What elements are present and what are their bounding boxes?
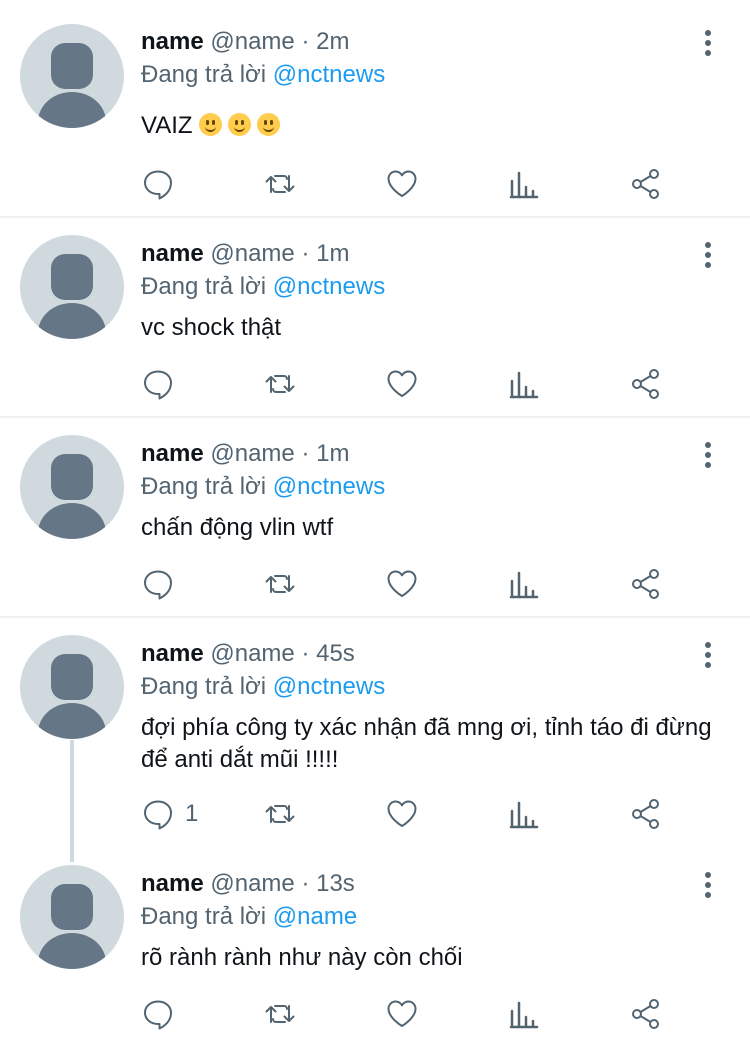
mention-link[interactable]: @name — [273, 903, 357, 930]
smiley-emoji-icon — [198, 113, 222, 136]
avatar[interactable] — [20, 635, 124, 739]
share-icon — [632, 169, 659, 199]
share-button[interactable] — [629, 566, 663, 602]
tweet[interactable]: name @name · 13s Đang trả lời @name rõ r… — [0, 848, 750, 1042]
heart-icon — [387, 170, 417, 197]
tweet[interactable]: name @name · 1m Đang trả lời @nctnews ch… — [0, 418, 750, 616]
share-button[interactable] — [629, 796, 663, 832]
tweet[interactable]: name @name · 45s Đang trả lời @nctnews đ… — [0, 618, 750, 848]
replying-to-label: Đang trả lời — [141, 273, 267, 300]
share-button[interactable] — [629, 166, 663, 202]
retweet-icon — [265, 375, 295, 393]
retweet-icon — [265, 575, 295, 593]
like-button[interactable] — [385, 366, 419, 402]
avatar[interactable] — [20, 435, 124, 539]
mention-link[interactable]: @nctnews — [273, 673, 385, 700]
replying-to-label: Đang trả lời — [141, 61, 267, 88]
retweet-button[interactable] — [263, 996, 297, 1032]
heart-icon — [387, 800, 417, 827]
like-button[interactable] — [385, 166, 419, 202]
like-button[interactable] — [385, 996, 419, 1032]
comment-bubble-icon — [144, 570, 172, 600]
retweet-icon — [265, 1005, 295, 1023]
reply-button[interactable] — [141, 996, 185, 1032]
more-vertical-icon[interactable] — [696, 440, 720, 474]
views-button[interactable] — [507, 366, 541, 402]
more-vertical-icon[interactable] — [696, 870, 720, 904]
tweet-text: chấn động vlin wtf — [141, 514, 334, 541]
mention-link[interactable]: @nctnews — [273, 61, 385, 88]
retweet-button[interactable] — [263, 166, 297, 202]
share-icon — [632, 369, 659, 399]
bar-chart-icon — [509, 371, 539, 399]
mention-link[interactable]: @nctnews — [273, 273, 385, 300]
handle-and-time: @name · 1m — [210, 240, 350, 267]
views-button[interactable] — [507, 796, 541, 832]
tweet-text: rõ rành rành như này còn chối — [141, 944, 463, 971]
heart-icon — [387, 570, 417, 597]
tweet-text: đợi phía công ty xác nhận đã mng ơi, tỉn… — [141, 714, 712, 773]
avatar[interactable] — [20, 24, 124, 128]
display-name[interactable]: name — [141, 440, 204, 467]
retweet-button[interactable] — [263, 796, 297, 832]
retweet-button[interactable] — [263, 566, 297, 602]
comment-bubble-icon — [144, 1000, 172, 1030]
views-button[interactable] — [507, 566, 541, 602]
retweet-icon — [265, 175, 295, 193]
tweet[interactable]: name @name · 1m Đang trả lời @nctnews vc… — [0, 218, 750, 416]
tweet-text: vc shock thật — [141, 314, 282, 341]
comment-bubble-icon — [144, 370, 172, 400]
tweet-text-content: VAIZ — [141, 112, 193, 139]
tweet-text: VAIZ — [141, 110, 721, 142]
replying-to-label: Đang trả lời — [141, 473, 267, 500]
heart-icon — [387, 1000, 417, 1027]
display-name[interactable]: name — [141, 28, 204, 55]
avatar[interactable] — [20, 235, 124, 339]
avatar[interactable] — [20, 865, 124, 969]
display-name[interactable]: name — [141, 640, 204, 667]
bar-chart-icon — [509, 1001, 539, 1029]
share-icon — [632, 569, 659, 599]
display-name[interactable]: name — [141, 240, 204, 267]
retweet-button[interactable] — [263, 366, 297, 402]
bar-chart-icon — [509, 801, 539, 829]
smiley-emoji-icon — [256, 113, 280, 136]
comment-bubble-icon — [144, 800, 172, 830]
share-button[interactable] — [629, 366, 663, 402]
comment-bubble-icon — [144, 170, 172, 200]
reply-count: 1 — [185, 800, 199, 827]
bar-chart-icon — [509, 571, 539, 599]
views-button[interactable] — [507, 166, 541, 202]
handle-and-time: @name · 2m — [210, 28, 350, 55]
reply-button[interactable] — [141, 166, 185, 202]
share-icon — [632, 799, 659, 829]
retweet-icon — [265, 805, 295, 823]
heart-icon — [387, 370, 417, 397]
like-button[interactable] — [385, 566, 419, 602]
handle-and-time: @name · 13s — [210, 870, 355, 897]
replying-to-label: Đang trả lời — [141, 673, 267, 700]
views-button[interactable] — [507, 996, 541, 1032]
more-vertical-icon[interactable] — [696, 240, 720, 274]
replying-to-label: Đang trả lời — [141, 903, 267, 930]
more-vertical-icon[interactable] — [696, 640, 720, 674]
display-name[interactable]: name — [141, 870, 204, 897]
reply-button[interactable] — [141, 566, 185, 602]
share-icon — [632, 999, 659, 1029]
mention-link[interactable]: @nctnews — [273, 473, 385, 500]
tweet[interactable]: name @name · 2m Đang trả lời @nctnews VA… — [0, 0, 750, 216]
like-button[interactable] — [385, 796, 419, 832]
reply-button[interactable] — [141, 366, 185, 402]
smiley-emoji-icon — [227, 113, 251, 136]
bar-chart-icon — [509, 171, 539, 199]
handle-and-time: @name · 1m — [210, 440, 350, 467]
handle-and-time: @name · 45s — [210, 640, 355, 667]
share-button[interactable] — [629, 996, 663, 1032]
reply-button[interactable]: 1 — [141, 796, 198, 832]
more-vertical-icon[interactable] — [696, 28, 720, 62]
